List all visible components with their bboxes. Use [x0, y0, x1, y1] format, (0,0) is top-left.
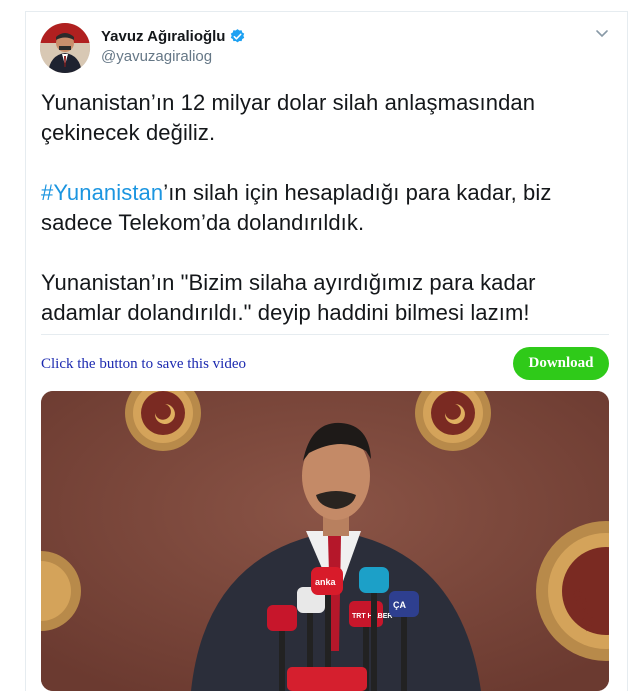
- chevron-down-icon[interactable]: [595, 26, 609, 40]
- tweet-paragraph-2: #Yunanistan’ın silah için hesapladığı pa…: [41, 178, 616, 238]
- download-button[interactable]: Download: [513, 347, 609, 380]
- hashtag-link[interactable]: #Yunanistan: [41, 180, 163, 205]
- author-name[interactable]: Yavuz Ağıralioğlu: [101, 28, 225, 45]
- tweet-paragraph-3: Yunanistan’ın "Bizim silaha ayırdığımız …: [41, 270, 536, 325]
- video-player[interactable]: BÜYÜK anka TRT HABER ÇA: [41, 391, 609, 691]
- verified-badge-icon: [229, 28, 246, 45]
- tweet-card: Yavuz Ağıralioğlu @yavuzagiraliog Yunani…: [25, 11, 628, 691]
- author-name-row[interactable]: Yavuz Ağıralioğlu: [101, 28, 246, 45]
- avatar[interactable]: [40, 23, 90, 73]
- divider: [41, 334, 609, 335]
- video-thumbnail: BÜYÜK anka TRT HABER ÇA: [41, 391, 609, 691]
- svg-text:anka: anka: [315, 577, 337, 587]
- save-video-prompt: Click the button to save this video: [41, 356, 246, 372]
- tweet-body: Yunanistan’ın 12 milyar dolar silah anla…: [41, 88, 616, 358]
- tweet-paragraph-1: Yunanistan’ın 12 milyar dolar silah anla…: [41, 90, 536, 145]
- author-handle[interactable]: @yavuzagiraliog: [101, 48, 212, 65]
- svg-text:ÇA: ÇA: [393, 600, 406, 610]
